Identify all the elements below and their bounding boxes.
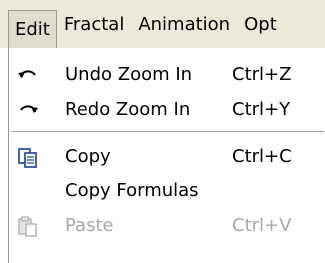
edit-dropdown: Undo Zoom In Ctrl+Z Redo Zoom In Ctrl+Y … [8,48,325,263]
menu-edit-label: Edit [15,19,50,40]
menu-edit[interactable]: Edit [8,10,57,48]
menu-fractal-label: Fractal [63,13,125,35]
menu-item-paste[interactable]: Paste Ctrl+V [9,209,325,243]
copy-icon [17,147,39,168]
redo-shortcut: Ctrl+Y [232,99,291,120]
paste-icon [17,216,39,237]
menu-item-copy[interactable]: Copy Ctrl+C [9,140,325,174]
menu-item-undo-zoom-in[interactable]: Undo Zoom In Ctrl+Z [9,58,325,92]
undo-shortcut: Ctrl+Z [232,64,292,85]
redo-icon [17,100,39,120]
undo-label: Undo Zoom In [65,64,193,85]
redo-label: Redo Zoom In [65,99,191,120]
menu-separator [11,131,324,133]
menu-animation[interactable]: Animation [131,0,237,48]
paste-label: Paste [65,215,114,236]
undo-icon [17,65,39,85]
copy-label: Copy [65,146,111,167]
menu-animation-label: Animation [138,13,231,35]
menu-bar: Edit Fractal Animation Opt [0,0,325,48]
menu-fractal[interactable]: Fractal [57,0,131,48]
menu-item-copy-formulas[interactable]: Copy Formulas [9,174,325,208]
menu-options-label: Opt [244,13,277,35]
menu-options[interactable]: Opt [237,0,284,48]
copy-shortcut: Ctrl+C [232,146,292,167]
paste-shortcut: Ctrl+V [232,215,292,236]
menu-item-redo-zoom-in[interactable]: Redo Zoom In Ctrl+Y [9,93,325,127]
copy-formulas-label: Copy Formulas [65,180,199,201]
